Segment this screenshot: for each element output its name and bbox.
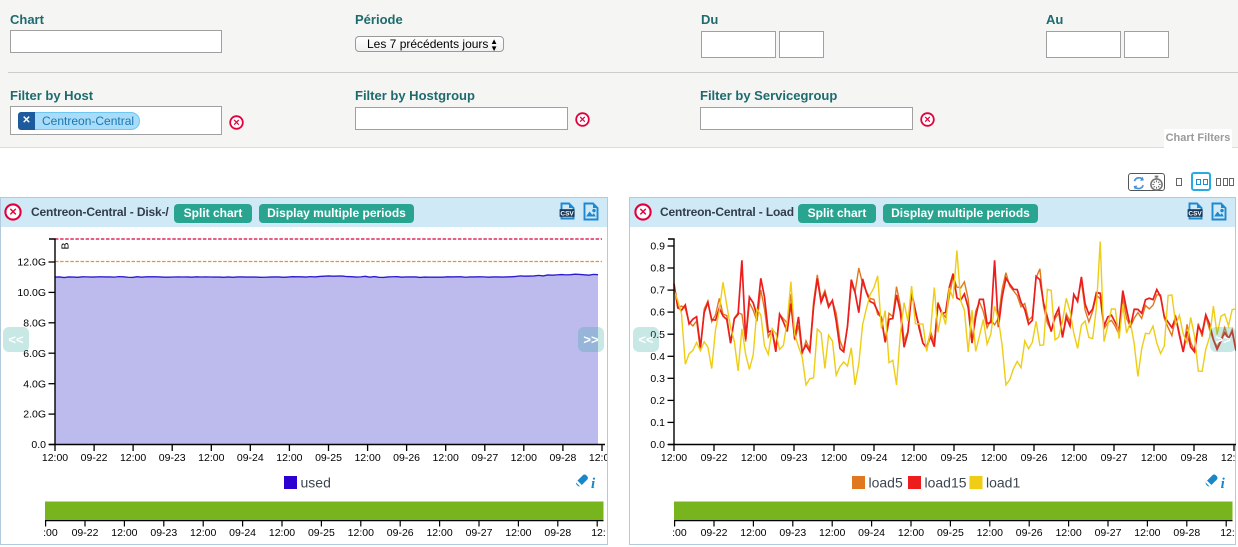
svg-text:12:00: 12:00 (111, 527, 137, 539)
svg-text:09-27: 09-27 (471, 452, 498, 464)
svg-text:09-25: 09-25 (315, 452, 342, 464)
svg-text:09-28: 09-28 (544, 527, 571, 539)
svg-text:12:00: 12:00 (511, 452, 537, 464)
svg-text:12:00: 12:00 (1061, 452, 1087, 464)
svg-text:12:00: 12:00 (505, 527, 531, 539)
svg-text:09-24: 09-24 (237, 452, 264, 464)
svg-text:0.0: 0.0 (650, 439, 665, 451)
svg-text:12:00: 12:00 (269, 527, 295, 539)
svg-text:09-26: 09-26 (1021, 452, 1048, 464)
svg-text:12:00: 12:00 (1221, 452, 1236, 464)
svg-text:12:00: 12:00 (977, 527, 1003, 539)
svg-text:used: used (301, 475, 331, 491)
svg-text:12:00: 12:00 (198, 452, 224, 464)
svg-text:0.4: 0.4 (650, 351, 665, 363)
svg-text:12:00: 12:00 (120, 452, 146, 464)
svg-text:12:00: 12:00 (589, 452, 607, 464)
svg-text:09-24: 09-24 (858, 527, 885, 539)
svg-text:>>: >> (583, 332, 599, 347)
svg-text:09-22: 09-22 (701, 452, 728, 464)
svg-text:12:00: 12:00 (819, 527, 845, 539)
svg-text:09-23: 09-23 (781, 452, 808, 464)
svg-text:12:00: 12:00 (276, 452, 302, 464)
svg-text:12:00: 12:00 (981, 452, 1007, 464)
svg-text:12:00: 12:00 (661, 452, 687, 464)
svg-text:10.0G: 10.0G (17, 287, 46, 299)
svg-text:12:00: 12:00 (190, 527, 216, 539)
svg-text:×: × (579, 114, 585, 126)
svg-text:>>: >> (1215, 332, 1231, 347)
svg-text:09-23: 09-23 (159, 452, 186, 464)
svg-text:09-23: 09-23 (779, 527, 806, 539)
svg-text:0.1: 0.1 (650, 417, 665, 429)
svg-text:09-22: 09-22 (72, 527, 99, 539)
svg-text:12:00: 12:00 (354, 452, 380, 464)
svg-text:09-22: 09-22 (701, 527, 728, 539)
svg-text:×: × (9, 204, 17, 219)
svg-text:B: B (60, 243, 72, 250)
svg-text:12:00: 12:00 (1134, 527, 1160, 539)
svg-text:09-23: 09-23 (150, 527, 177, 539)
svg-text:0.3: 0.3 (650, 373, 665, 385)
svg-text:0.8: 0.8 (650, 263, 665, 275)
svg-text:load5: load5 (869, 475, 903, 491)
svg-text:12:00: 12:00 (740, 527, 766, 539)
svg-text:09-26: 09-26 (387, 527, 414, 539)
svg-text:0.0: 0.0 (31, 439, 46, 451)
svg-text:09-26: 09-26 (1016, 527, 1043, 539)
svg-text:×: × (924, 114, 930, 126)
svg-text:4.0G: 4.0G (23, 378, 46, 390)
svg-text:12:00: 12:00 (1141, 452, 1167, 464)
svg-text:09-26: 09-26 (393, 452, 420, 464)
svg-text:12:00: 12:00 (42, 452, 68, 464)
svg-text:09-24: 09-24 (229, 527, 256, 539)
svg-text:12:00: 12:00 (433, 452, 459, 464)
svg-text:12:00: 12:00 (741, 452, 767, 464)
svg-text:09-22: 09-22 (81, 452, 108, 464)
svg-text:12:00: 12:00 (821, 452, 847, 464)
svg-text:<<: << (8, 332, 24, 347)
svg-text:×: × (233, 117, 239, 129)
svg-text:09-27: 09-27 (1095, 527, 1122, 539)
svg-text:09-27: 09-27 (466, 527, 493, 539)
svg-text:i: i (591, 476, 596, 492)
svg-text:09-28: 09-28 (1181, 452, 1208, 464)
svg-text:0.2: 0.2 (650, 395, 665, 407)
svg-text:0.9: 0.9 (650, 241, 665, 253)
svg-text:12:00: 12:00 (1055, 527, 1081, 539)
svg-text:12.0G: 12.0G (17, 257, 46, 269)
svg-text:0.7: 0.7 (650, 285, 665, 297)
svg-text:09-27: 09-27 (1101, 452, 1128, 464)
svg-text:09-28: 09-28 (549, 452, 576, 464)
svg-text:12:: 12: (591, 527, 606, 539)
svg-text:2.0G: 2.0G (23, 409, 46, 421)
svg-text:09-25: 09-25 (941, 452, 968, 464)
svg-text:09-28: 09-28 (1173, 527, 1200, 539)
svg-text:load15: load15 (925, 475, 967, 491)
svg-text:CSV: CSV (560, 210, 574, 217)
svg-text:09-24: 09-24 (861, 452, 888, 464)
svg-text:12:00: 12:00 (348, 527, 374, 539)
svg-text:12:00: 12:00 (898, 527, 924, 539)
svg-text:12:00: 12:00 (901, 452, 927, 464)
svg-text:09-25: 09-25 (308, 527, 335, 539)
svg-text:<<: << (638, 332, 654, 347)
svg-text:8.0G: 8.0G (23, 317, 46, 329)
svg-text:load1: load1 (986, 475, 1020, 491)
svg-text:12:00: 12:00 (426, 527, 452, 539)
svg-text:09-25: 09-25 (937, 527, 964, 539)
svg-text::00: :00 (672, 527, 687, 539)
svg-text:CSV: CSV (1188, 210, 1202, 217)
svg-text::00: :00 (43, 527, 58, 539)
svg-text:12:: 12: (1220, 527, 1235, 539)
svg-text:×: × (639, 204, 647, 219)
svg-text:0.6: 0.6 (650, 307, 665, 319)
svg-text:i: i (1221, 476, 1226, 492)
